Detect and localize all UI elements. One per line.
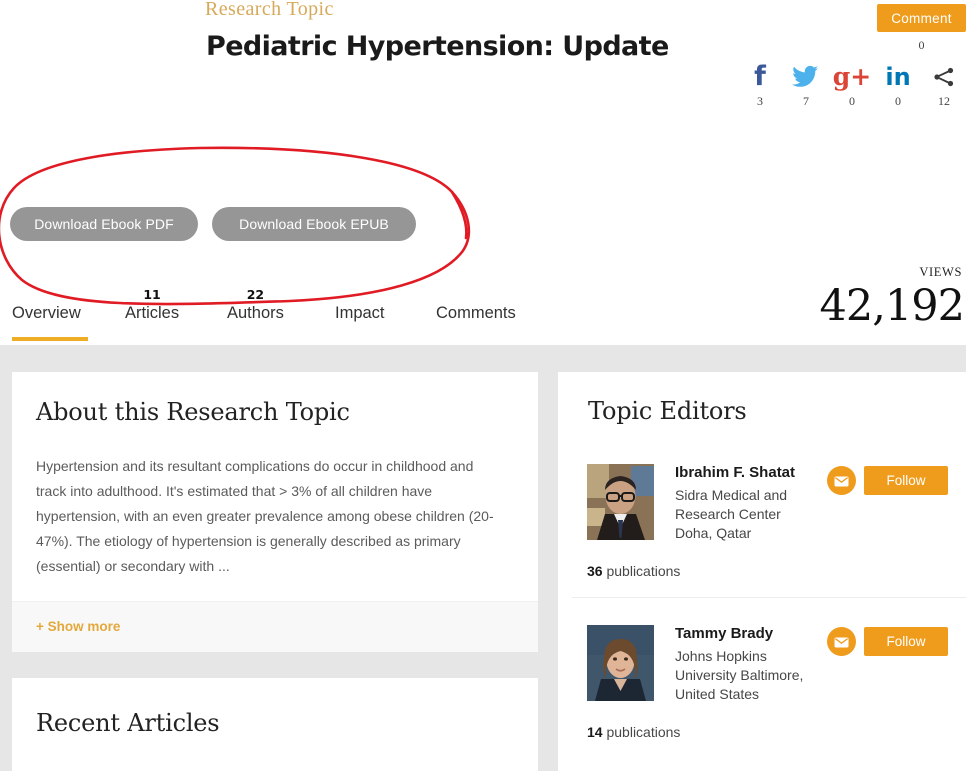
- tab-overview[interactable]: Overview: [12, 304, 81, 323]
- tab-articles-label: Articles: [125, 304, 180, 322]
- show-more-row: + Show more: [12, 601, 538, 652]
- follow-editor-button[interactable]: Follow: [864, 466, 948, 495]
- views-count: 42,192: [819, 281, 965, 331]
- about-heading: About this Research Topic: [36, 398, 350, 426]
- linkedin-count: 0: [895, 94, 901, 108]
- social-share-twitter[interactable]: 7: [786, 62, 826, 109]
- facebook-count: 3: [757, 94, 763, 108]
- publications-label: publications: [606, 724, 681, 740]
- twitter-count: 7: [803, 94, 809, 108]
- views-label: VIEWS: [919, 265, 962, 279]
- topic-editor-affiliation: Sidra Medical and Research Center Doha, …: [675, 486, 805, 543]
- publications-label: publications: [606, 563, 681, 579]
- social-share-linkedin[interactable]: in 0: [878, 62, 918, 109]
- twitter-icon[interactable]: [786, 62, 826, 92]
- tab-articles[interactable]: 11 Articles: [125, 287, 180, 323]
- google-plus-icon[interactable]: g+: [832, 62, 872, 92]
- page-title: Pediatric Hypertension: Update: [206, 31, 669, 62]
- social-share-bar: f 3 7 g+ 0 in 0 12: [740, 62, 966, 114]
- active-tab-indicator: [12, 337, 88, 341]
- affiliation-text: Sidra Medical and Research Center: [675, 487, 788, 522]
- tab-comments-label: Comments: [436, 304, 516, 322]
- googleplus-count: 0: [849, 94, 855, 108]
- linkedin-icon[interactable]: in: [878, 62, 918, 92]
- avatar: [587, 625, 654, 701]
- recent-articles-card: Recent Articles: [12, 678, 538, 771]
- tab-overview-label: Overview: [12, 304, 81, 322]
- share-count: 12: [938, 94, 950, 108]
- tab-articles-badge: 11: [143, 287, 161, 302]
- publications-count: 14: [587, 724, 603, 740]
- research-topic-page: Research Topic Pediatric Hypertension: U…: [0, 0, 966, 771]
- topic-editor-name[interactable]: Ibrahim F. Shatat: [675, 464, 795, 481]
- editor-publications: 14 publications: [587, 724, 680, 740]
- left-column: About this Research Topic Hypertension a…: [12, 372, 538, 652]
- about-research-topic-card: About this Research Topic Hypertension a…: [12, 372, 538, 579]
- publications-count: 36: [587, 563, 603, 579]
- social-share-more[interactable]: 12: [924, 62, 964, 109]
- tab-authors[interactable]: 22 Authors: [227, 287, 284, 323]
- topic-editors-heading: Topic Editors: [588, 397, 747, 425]
- editors-divider: [572, 597, 966, 598]
- avatar: [587, 464, 654, 540]
- location-text: Doha, Qatar: [675, 525, 752, 541]
- about-body-text: Hypertension and its resultant complicat…: [36, 458, 494, 574]
- page-kicker: Research Topic: [205, 0, 334, 20]
- topic-editor-affiliation: Johns Hopkins University Baltimore, Unit…: [675, 647, 805, 704]
- follow-editor-button[interactable]: Follow: [864, 627, 948, 656]
- recent-articles-heading: Recent Articles: [36, 709, 220, 737]
- tab-impact-label: Impact: [335, 304, 385, 322]
- download-ebook-pdf-button[interactable]: Download Ebook PDF: [10, 207, 198, 241]
- editor-publications: 36 publications: [587, 563, 680, 579]
- show-more-link[interactable]: + Show more: [36, 619, 120, 634]
- page-header: Research Topic Pediatric Hypertension: U…: [0, 0, 966, 345]
- facebook-icon[interactable]: f: [740, 62, 780, 92]
- tab-impact[interactable]: Impact: [335, 304, 385, 323]
- email-editor-button[interactable]: [827, 466, 856, 495]
- topic-editors-card: Topic Editors Ibrahim F. Shatat Sidra Me…: [558, 372, 966, 771]
- download-ebook-epub-button[interactable]: Download Ebook EPUB: [212, 207, 416, 241]
- email-editor-button[interactable]: [827, 627, 856, 656]
- social-share-facebook[interactable]: f 3: [740, 62, 780, 109]
- topic-editor-name[interactable]: Tammy Brady: [675, 625, 773, 642]
- comment-count: 0: [918, 38, 925, 52]
- social-share-googleplus[interactable]: g+ 0: [832, 62, 872, 109]
- comment-button[interactable]: Comment: [877, 4, 966, 32]
- tab-comments[interactable]: Comments: [436, 304, 516, 323]
- tab-authors-label: Authors: [227, 304, 284, 322]
- tab-authors-badge: 22: [246, 287, 265, 302]
- share-icon[interactable]: [924, 62, 964, 92]
